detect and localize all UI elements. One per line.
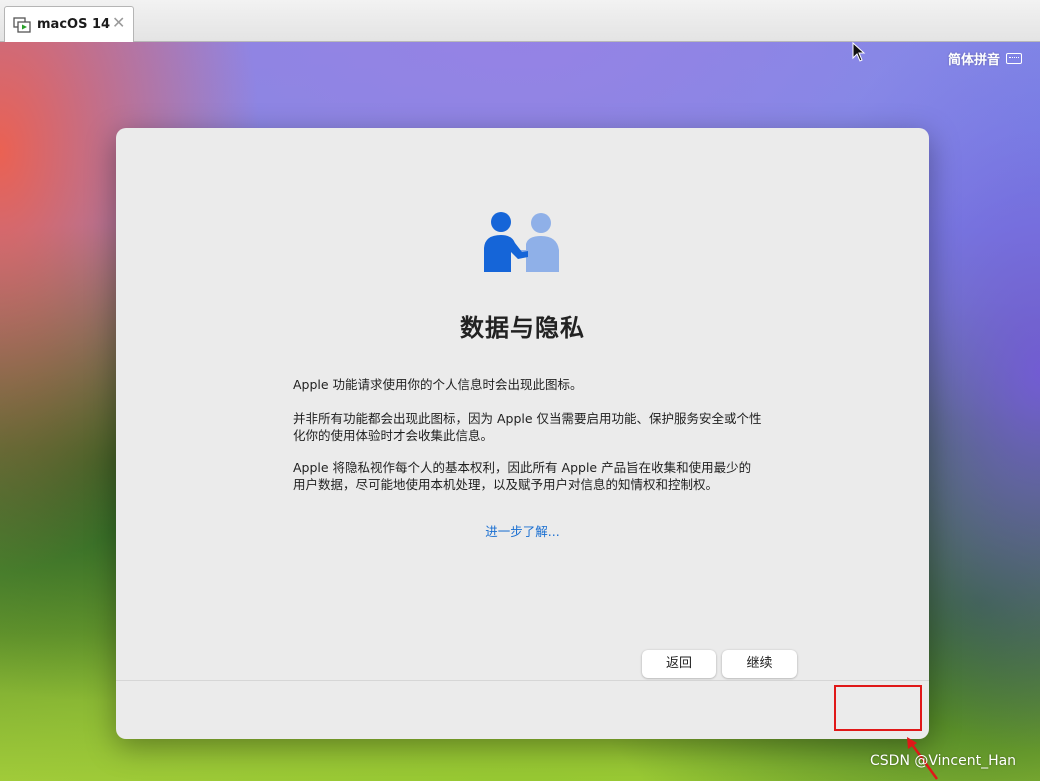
close-icon[interactable]: ✕ [112, 13, 125, 33]
screen: macOS 14 ✕ 简体拼音 数据与隐私 Apple 功能请求使用你的个人信息… [0, 0, 1040, 781]
learn-more-link[interactable]: 进一步了解... [116, 521, 929, 540]
footer-divider [116, 680, 929, 681]
watermark: CSDN @Vincent_Han [870, 753, 1017, 769]
input-method-label: 简体拼音 [947, 53, 1000, 68]
continue-button[interactable]: 继续 [722, 650, 797, 678]
privacy-paragraph: 并非所有功能都会出现此图标，因为 Apple 仅当需要启用功能、保护服务安全或个… [293, 411, 762, 443]
input-method-indicator[interactable]: 简体拼音 [948, 49, 1022, 68]
data-privacy-dialog: 数据与隐私 Apple 功能请求使用你的个人信息时会出现此图标。 并非所有功能都… [116, 128, 929, 739]
mouse-cursor-icon [852, 42, 866, 66]
privacy-handshake-icon [482, 210, 562, 274]
privacy-paragraph: Apple 将隐私视作每个人的基本权利，因此所有 Apple 产品旨在收集和使用… [293, 460, 752, 492]
vm-screen-icon [13, 17, 31, 33]
vm-tab-title: macOS 14 [37, 17, 111, 32]
dialog-title: 数据与隐私 [460, 314, 585, 342]
vm-tab[interactable]: macOS 14 ✕ [4, 6, 134, 43]
privacy-paragraph: Apple 功能请求使用你的个人信息时会出现此图标。 [293, 377, 583, 392]
desktop-wallpaper: 简体拼音 数据与隐私 Apple 功能请求使用你的个人信息时会出现此图标。 并非… [0, 42, 1040, 781]
vm-tab-bar: macOS 14 ✕ [0, 0, 1040, 43]
back-button[interactable]: 返回 [642, 650, 716, 678]
continue-highlight-box [834, 685, 922, 731]
keyboard-icon [1006, 53, 1022, 64]
